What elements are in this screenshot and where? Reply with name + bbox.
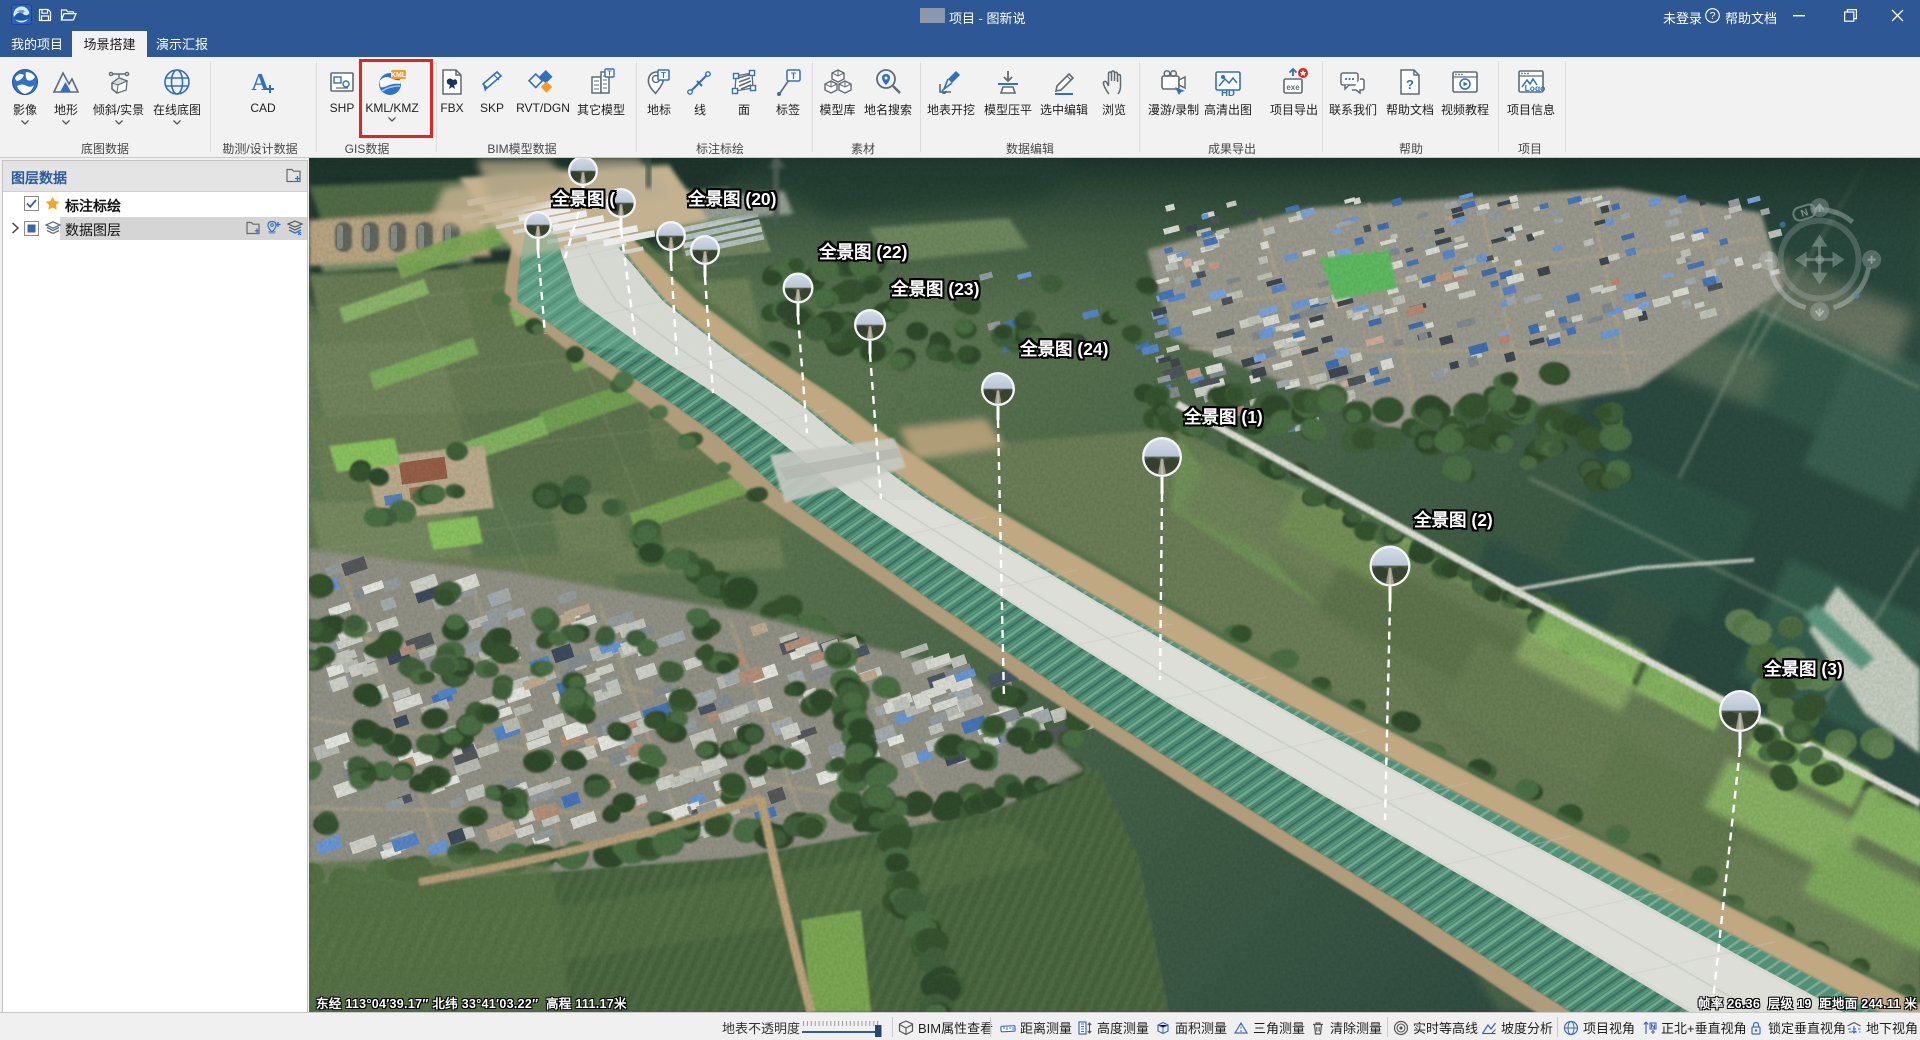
svg-text:?: ? xyxy=(1406,77,1414,92)
svg-text:T: T xyxy=(791,71,797,81)
svg-text:A: A xyxy=(251,70,269,96)
svg-text:exe: exe xyxy=(1286,83,1300,92)
svg-text:T: T xyxy=(607,71,612,78)
svg-text:Logo: Logo xyxy=(1525,83,1546,93)
svg-text:T: T xyxy=(661,71,666,80)
svg-text:?: ? xyxy=(1710,10,1716,22)
svg-text:HD: HD xyxy=(1221,88,1235,97)
